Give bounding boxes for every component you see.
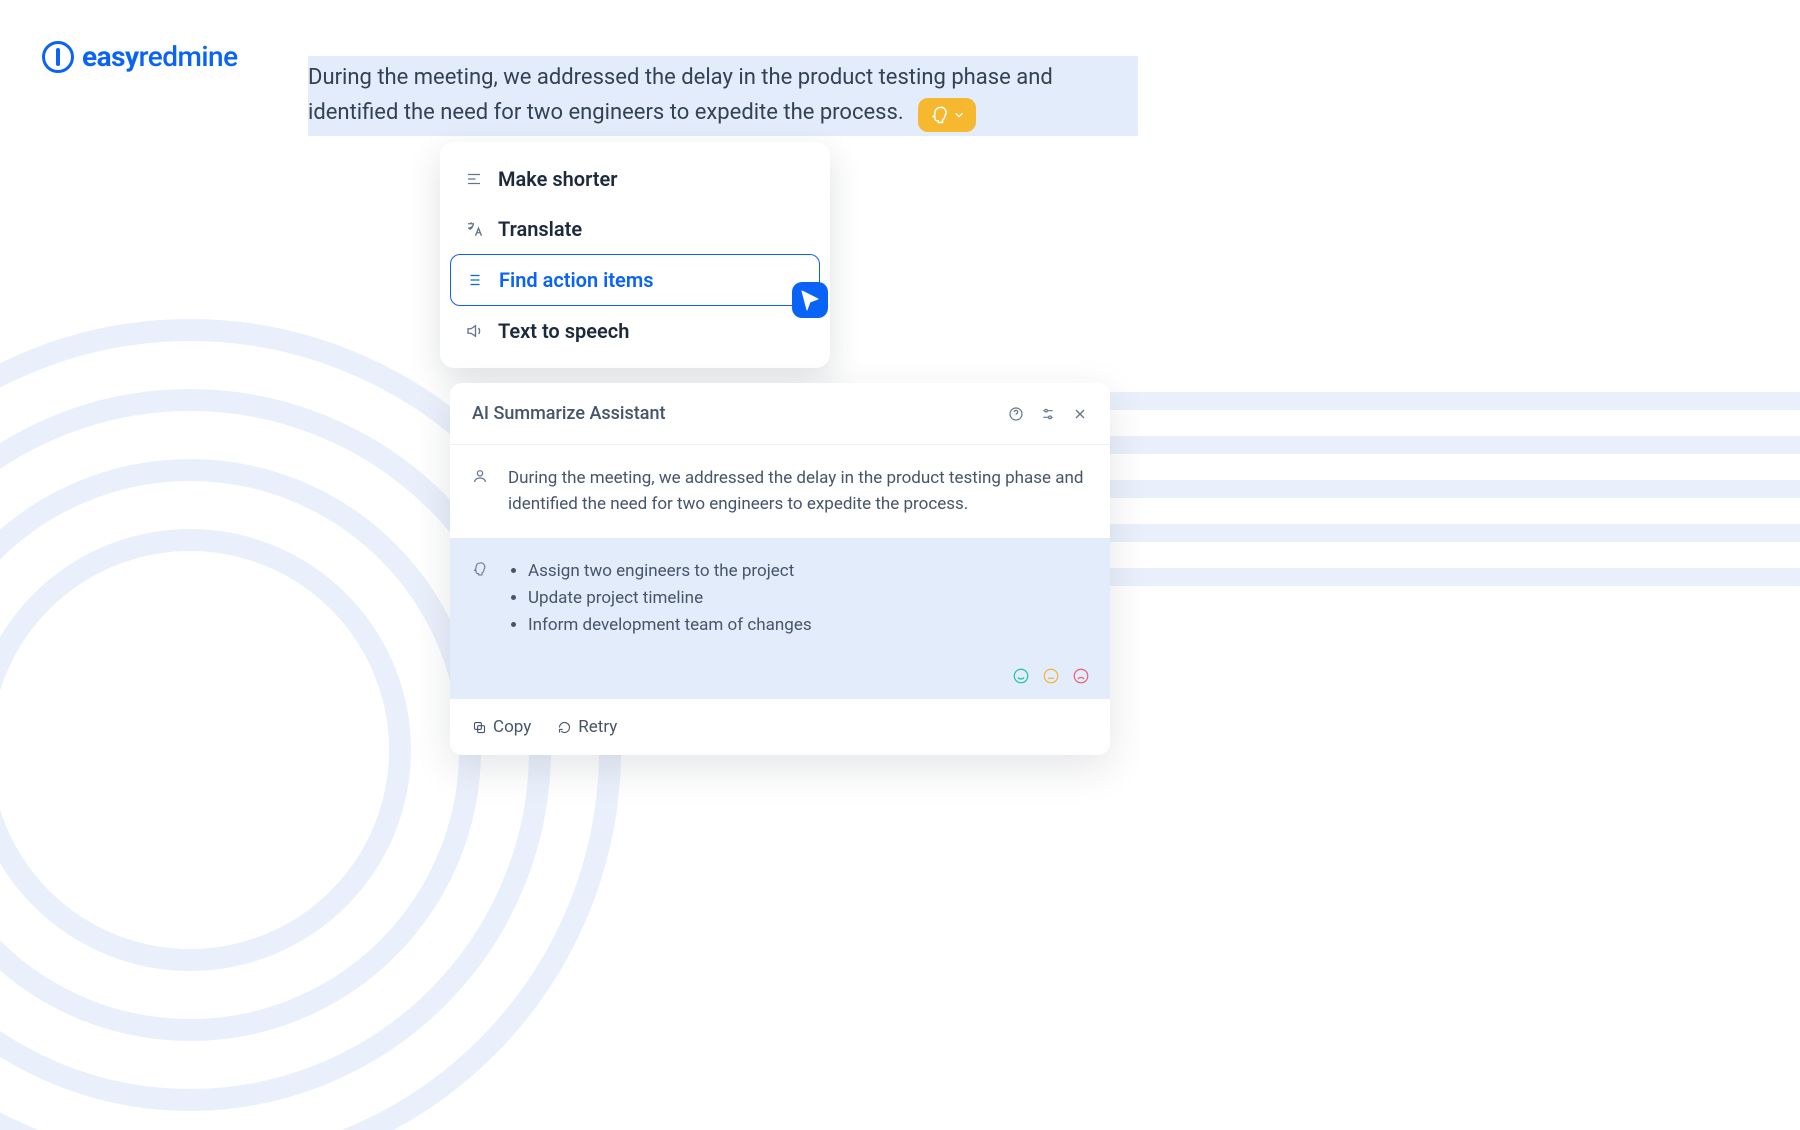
retry-label: Retry: [578, 717, 617, 737]
copy-icon: [472, 720, 487, 735]
assistant-header: AI Summarize Assistant: [450, 383, 1110, 445]
brand-logo: easyredmine: [42, 40, 238, 73]
menu-item-make-shorter[interactable]: Make shorter: [450, 154, 820, 204]
cursor-pointer-icon: [790, 280, 830, 320]
feedback-bad-icon[interactable]: [1072, 667, 1090, 685]
decorative-stripe: [1100, 392, 1800, 410]
logo-mark-icon: [42, 41, 74, 73]
menu-label: Translate: [498, 217, 582, 241]
menu-item-find-action-items[interactable]: Find action items: [450, 254, 820, 306]
ai-assistant-panel: AI Summarize Assistant During the meetin…: [450, 383, 1110, 755]
feedback-neutral-icon[interactable]: [1042, 667, 1060, 685]
brand-wordmark: easyredmine: [82, 40, 238, 73]
selected-text-block: During the meeting, we addressed the del…: [308, 56, 1138, 136]
menu-label: Find action items: [499, 268, 653, 292]
ai-actions-menu: Make shorter Translate Find action items…: [440, 142, 830, 368]
retry-icon: [557, 720, 572, 735]
decorative-stripe: [1100, 524, 1800, 542]
copy-button[interactable]: Copy: [472, 717, 531, 737]
assistant-footer-actions: Copy Retry: [450, 699, 1110, 755]
action-items-icon: [465, 270, 485, 290]
chevron-down-icon: [954, 110, 964, 120]
action-item: Update project timeline: [528, 585, 812, 612]
ai-icon: [472, 558, 490, 640]
user-message-text: During the meeting, we addressed the del…: [508, 465, 1088, 518]
assistant-title: AI Summarize Assistant: [472, 403, 665, 424]
feedback-good-icon[interactable]: [1012, 667, 1030, 685]
translate-icon: [464, 219, 484, 239]
shorten-icon: [464, 169, 484, 189]
user-icon: [472, 465, 490, 518]
action-item: Assign two engineers to the project: [528, 558, 812, 585]
ai-trigger-button[interactable]: [918, 98, 976, 132]
menu-item-translate[interactable]: Translate: [450, 204, 820, 254]
settings-icon[interactable]: [1040, 406, 1056, 422]
action-item: Inform development team of changes: [528, 612, 812, 639]
decorative-stripe: [1100, 436, 1800, 454]
menu-label: Text to speech: [498, 319, 629, 343]
ai-response-row: Assign two engineers to the project Upda…: [450, 538, 1110, 660]
decorative-stripe: [1100, 568, 1800, 586]
feedback-row: [450, 659, 1110, 699]
menu-item-text-to-speech[interactable]: Text to speech: [450, 306, 820, 356]
menu-label: Make shorter: [498, 167, 617, 191]
copy-label: Copy: [493, 717, 531, 737]
decorative-stripe: [1100, 480, 1800, 498]
ai-head-icon: [930, 105, 950, 125]
assistant-header-actions: [1008, 406, 1088, 422]
user-message-row: During the meeting, we addressed the del…: [450, 445, 1110, 538]
retry-button[interactable]: Retry: [557, 717, 617, 737]
close-icon[interactable]: [1072, 406, 1088, 422]
speaker-icon: [464, 321, 484, 341]
help-icon[interactable]: [1008, 406, 1024, 422]
ai-response-content: Assign two engineers to the project Upda…: [508, 558, 812, 640]
